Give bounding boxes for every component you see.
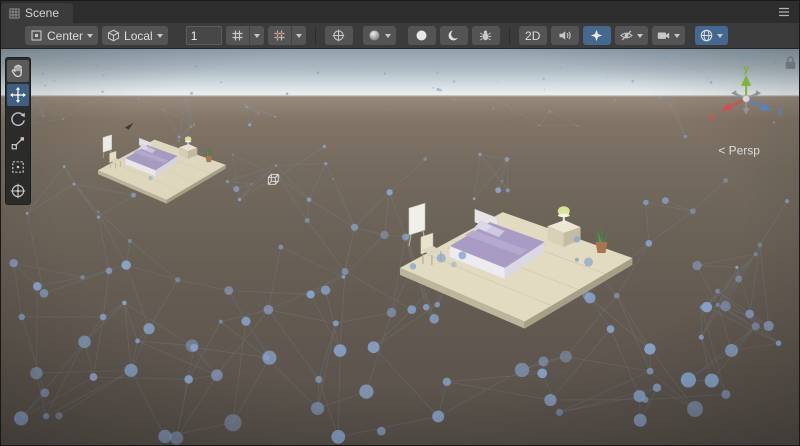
dropdown-arrow — [385, 34, 391, 38]
pivot-icon — [30, 29, 43, 42]
scene-viewport[interactable]: y x z < Persp — [1, 49, 799, 445]
grid-snap-dropdown[interactable] — [249, 26, 264, 45]
increment-snap-dropdown[interactable] — [291, 26, 306, 45]
gizmo-x-label[interactable]: x — [709, 112, 715, 124]
effects-icon — [590, 29, 603, 42]
grid-icon — [9, 8, 20, 19]
gizmo-z-label[interactable]: z — [777, 106, 783, 118]
projection-label[interactable]: < Persp — [718, 143, 760, 157]
camera-settings-button[interactable] — [652, 26, 685, 45]
audio-icon — [558, 29, 571, 42]
scale-tool-icon — [10, 135, 26, 151]
mode-2d-label: 2D — [525, 29, 540, 43]
scale-tool-button[interactable] — [7, 132, 29, 154]
render-mode-button[interactable] — [325, 26, 353, 45]
lighting-icon — [415, 29, 428, 42]
orientation-button[interactable]: Local — [102, 26, 168, 45]
sky-ground — [1, 49, 799, 445]
skybox-toggle-button[interactable] — [440, 26, 468, 45]
lighting-toggle-button[interactable] — [408, 26, 436, 45]
dropdown-arrow — [674, 34, 680, 38]
cube-icon — [107, 29, 120, 42]
increment-snap-toggle[interactable] — [268, 26, 291, 45]
pivot-mode-label: Center — [47, 29, 83, 43]
rotate-tool-icon — [10, 111, 26, 127]
move-tool-button[interactable] — [7, 84, 29, 106]
snap-value-input[interactable] — [186, 26, 222, 45]
globe-icon — [700, 29, 713, 42]
scene-visibility-button[interactable] — [615, 26, 648, 45]
shading-mode-button[interactable] — [363, 26, 396, 45]
pivot-mode-button[interactable]: Center — [25, 26, 98, 45]
dropdown-arrow — [254, 34, 260, 38]
move-tool-icon — [10, 87, 26, 103]
dropdown-arrow — [157, 34, 163, 38]
crosshair-icon — [332, 29, 345, 42]
moon-icon — [447, 29, 460, 42]
audio-toggle-button[interactable] — [551, 26, 579, 45]
tab-scene[interactable]: Scene — [1, 3, 73, 23]
sphere-icon — [368, 29, 381, 42]
tab-label: Scene — [25, 6, 59, 20]
eye-slash-icon — [620, 29, 633, 42]
scene-3d-canvas[interactable]: y x z < Persp — [1, 49, 799, 445]
grid-snap-icon — [231, 29, 244, 42]
debug-toggle-button[interactable] — [472, 26, 500, 45]
increment-snap-icon — [273, 29, 286, 42]
scene-window: Scene Center Local — [0, 0, 800, 446]
camera-icon — [657, 29, 670, 42]
tool-column — [5, 57, 31, 205]
transform-tool-icon — [10, 183, 26, 199]
rotate-tool-button[interactable] — [7, 108, 29, 130]
gizmo-y-label[interactable]: y — [743, 63, 750, 75]
dropdown-arrow — [296, 34, 302, 38]
hand-tool-button[interactable] — [7, 60, 29, 82]
transform-tool-button[interactable] — [7, 180, 29, 202]
scene-toolbar: Center Local — [1, 23, 799, 49]
increment-snap-button — [268, 26, 306, 45]
tab-bar: Scene — [1, 1, 799, 23]
rect-tool-button[interactable] — [7, 156, 29, 178]
grid-snap-button — [226, 26, 264, 45]
menu-icon[interactable] — [775, 3, 793, 21]
dropdown-arrow — [637, 34, 643, 38]
bug-icon — [479, 29, 492, 42]
hand-tool-icon — [10, 63, 26, 79]
effects-toggle-button[interactable] — [583, 26, 611, 45]
orientation-label: Local — [124, 29, 153, 43]
toolbar-separator — [315, 27, 316, 45]
rect-tool-icon — [10, 159, 26, 175]
mode-2d-button[interactable]: 2D — [519, 26, 547, 45]
grid-snap-toggle[interactable] — [226, 26, 249, 45]
toolbar-separator — [509, 27, 510, 45]
dropdown-arrow — [717, 34, 723, 38]
gizmos-button[interactable] — [695, 26, 728, 45]
dropdown-arrow — [87, 34, 93, 38]
